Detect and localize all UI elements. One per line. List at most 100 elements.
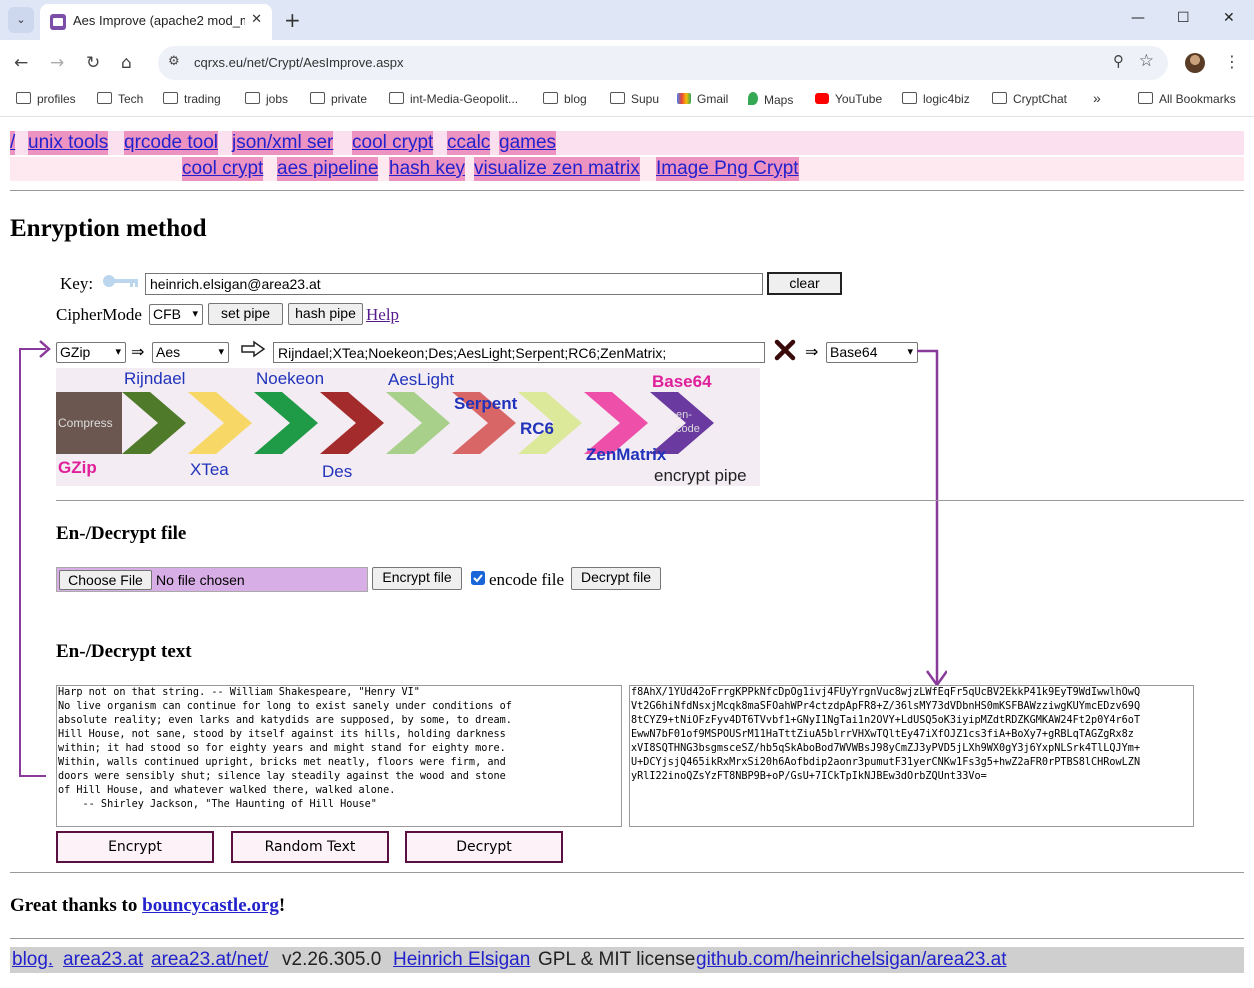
text-section-title: En-/Decrypt text bbox=[56, 641, 192, 662]
subnav-link-image-png-crypt[interactable]: Image Png Crypt bbox=[656, 157, 799, 181]
folder-icon bbox=[992, 92, 1007, 104]
hash-pipe-button[interactable]: hash pipe bbox=[288, 303, 363, 325]
key-input[interactable]: heinrich.elsigan@area23.at bbox=[145, 273, 763, 295]
footer-net-link[interactable]: area23.at/net/ bbox=[151, 949, 268, 971]
youtube-icon bbox=[815, 93, 829, 104]
random-text-button[interactable]: Random Text bbox=[231, 831, 389, 863]
bookmark-maps[interactable]: Maps bbox=[748, 92, 793, 107]
bookmark-trading[interactable]: trading bbox=[163, 92, 221, 106]
algorithm-value: Aes bbox=[156, 344, 181, 360]
bookmark-profiles[interactable]: profiles bbox=[16, 92, 76, 106]
all-bookmarks[interactable]: All Bookmarks bbox=[1138, 92, 1236, 106]
divider bbox=[10, 872, 1244, 873]
new-tab-button[interactable]: + bbox=[284, 8, 301, 32]
arrow-icon: ⇒ bbox=[131, 344, 145, 361]
set-pipe-button[interactable]: set pipe bbox=[208, 303, 283, 325]
menu-kebab-icon[interactable]: ⋮ bbox=[1224, 52, 1240, 71]
more-bookmarks-button[interactable]: » bbox=[1093, 90, 1101, 106]
arrow-icon-2: ⇒ bbox=[805, 344, 819, 361]
nav-link-cool-crypt[interactable]: cool crypt bbox=[352, 131, 434, 155]
bookmark-tech[interactable]: Tech bbox=[97, 92, 143, 106]
folder-icon bbox=[163, 92, 178, 104]
bookmark-jobs[interactable]: jobs bbox=[245, 92, 288, 106]
bouncycastle-link[interactable]: bouncycastle.org bbox=[142, 895, 279, 916]
subnav-link-visualize-zen-matrix[interactable]: visualize zen matrix bbox=[474, 157, 640, 181]
bookmark-private[interactable]: private bbox=[310, 92, 367, 106]
pipe-input[interactable]: Rijndael;XTea;Noekeon;Des;AesLight;Serpe… bbox=[273, 342, 765, 363]
encrypt-file-button[interactable]: Encrypt file bbox=[372, 567, 462, 590]
nav-link-ccalc[interactable]: ccalc bbox=[447, 131, 491, 155]
close-tab-icon[interactable]: ✕ bbox=[251, 12, 262, 27]
algorithm-select[interactable]: Aes ▾ bbox=[152, 342, 229, 363]
bookmark-label: Tech bbox=[118, 92, 144, 106]
cipher-mode-select[interactable]: CFB ▾ bbox=[149, 304, 203, 325]
back-icon[interactable]: ← bbox=[14, 53, 28, 73]
nav-link-root[interactable]: / bbox=[10, 131, 16, 155]
encrypt-button[interactable]: Encrypt bbox=[56, 831, 214, 863]
folder-icon bbox=[245, 92, 260, 104]
bookmark-star-icon[interactable]: ☆ bbox=[1139, 51, 1154, 71]
thanks-suffix: ! bbox=[278, 895, 286, 916]
encode-value: Base64 bbox=[830, 344, 878, 360]
bookmark-blog[interactable]: blog bbox=[543, 92, 587, 106]
footer-area23-link[interactable]: area23.at bbox=[63, 949, 143, 971]
clear-pipe-x-icon[interactable] bbox=[774, 339, 796, 361]
output-textarea[interactable]: f8AhX/1YUd42oFrrgKPPkNfcDpOg1ivj4FUyYrgn… bbox=[629, 685, 1194, 827]
nav-link-json-xml[interactable]: json/xml ser bbox=[232, 131, 334, 155]
bookmark-logic4biz[interactable]: logic4biz bbox=[902, 92, 970, 106]
choose-file-button[interactable]: Choose File bbox=[59, 570, 152, 590]
minimize-button[interactable]: — bbox=[1131, 10, 1145, 26]
tab-strip: ⌄ Aes Improve (apache2 mod_mo ✕ + — ☐ ✕ bbox=[0, 0, 1254, 40]
home-icon[interactable]: ⌂ bbox=[121, 53, 132, 73]
bookmark-label: Maps bbox=[764, 93, 794, 107]
decrypt-button[interactable]: Decrypt bbox=[405, 831, 563, 863]
thanks-prefix: Great thanks to bbox=[10, 895, 143, 916]
profile-avatar[interactable] bbox=[1185, 53, 1205, 73]
subnav-link-hash-key[interactable]: hash key bbox=[389, 157, 466, 181]
file-section-title: En-/Decrypt file bbox=[56, 523, 187, 544]
bookmark-label: jobs bbox=[266, 92, 289, 106]
address-bar[interactable]: ⚙ cqrxs.eu/net/Crypt/AesImprove.aspx ⚲ ☆ bbox=[158, 46, 1168, 80]
tab-search-button[interactable]: ⌄ bbox=[8, 7, 34, 33]
cipher-mode-value: CFB bbox=[153, 306, 181, 322]
nav-link-unix-tools[interactable]: unix tools bbox=[28, 131, 109, 155]
forward-icon[interactable]: → bbox=[50, 53, 64, 73]
tab-title: Aes Improve (apache2 mod_mo bbox=[73, 13, 245, 28]
browser-tab[interactable]: Aes Improve (apache2 mod_mo ✕ bbox=[40, 4, 272, 40]
nav-link-games[interactable]: games bbox=[499, 131, 557, 155]
subnav-link-aes-pipeline[interactable]: aes pipeline bbox=[277, 157, 379, 181]
zoom-icon[interactable]: ⚲ bbox=[1113, 52, 1124, 70]
clear-button[interactable]: clear bbox=[767, 272, 842, 295]
footer-blog-link[interactable]: blog. bbox=[12, 949, 53, 971]
footer-github-link[interactable]: github.com/heinrichelsigan/area23.at bbox=[696, 949, 1007, 971]
folder-icon bbox=[16, 92, 31, 104]
file-input[interactable]: Choose File No file chosen bbox=[56, 567, 368, 592]
maximize-button[interactable]: ☐ bbox=[1177, 10, 1190, 26]
bookmark-cryptchat[interactable]: CryptChat bbox=[992, 92, 1067, 106]
nav-link-qrcode-tool[interactable]: qrcode tool bbox=[124, 131, 219, 155]
bookmark-gmail[interactable]: Gmail bbox=[677, 92, 728, 106]
encode-select[interactable]: Base64 ▾ bbox=[826, 342, 918, 363]
bookmark-label: CryptChat bbox=[1013, 92, 1068, 106]
source-textarea[interactable]: Harp not on that string. -- William Shak… bbox=[56, 685, 622, 827]
bookmark-supu[interactable]: Supu bbox=[610, 92, 659, 106]
bookmark-int-media[interactable]: int-Media-Geopolit... bbox=[389, 92, 518, 106]
decrypt-file-button[interactable]: Decrypt file bbox=[571, 567, 661, 590]
folder-icon bbox=[310, 92, 325, 104]
cipher-mode-label: CipherMode bbox=[56, 305, 142, 324]
close-window-button[interactable]: ✕ bbox=[1223, 10, 1235, 26]
folder-icon bbox=[97, 92, 112, 104]
maps-pin-icon bbox=[748, 92, 758, 105]
bookmark-label: int-Media-Geopolit... bbox=[410, 92, 519, 106]
site-info-icon[interactable]: ⚙ bbox=[168, 54, 180, 69]
encode-file-checkbox[interactable] bbox=[471, 571, 485, 585]
bookmark-label: logic4biz bbox=[923, 92, 970, 106]
reload-icon[interactable]: ↻ bbox=[86, 53, 100, 73]
bookmark-youtube[interactable]: YouTube bbox=[815, 92, 882, 106]
subnav-link-cool-crypt[interactable]: cool crypt bbox=[182, 157, 264, 181]
add-to-pipe-icon[interactable] bbox=[240, 340, 266, 358]
footer-author-link[interactable]: Heinrich Elsigan bbox=[393, 949, 530, 971]
help-link[interactable]: Help bbox=[366, 305, 399, 325]
url-text[interactable]: cqrxs.eu/net/Crypt/AesImprove.aspx bbox=[194, 55, 404, 70]
compress-select[interactable]: GZip ▾ bbox=[56, 342, 126, 363]
